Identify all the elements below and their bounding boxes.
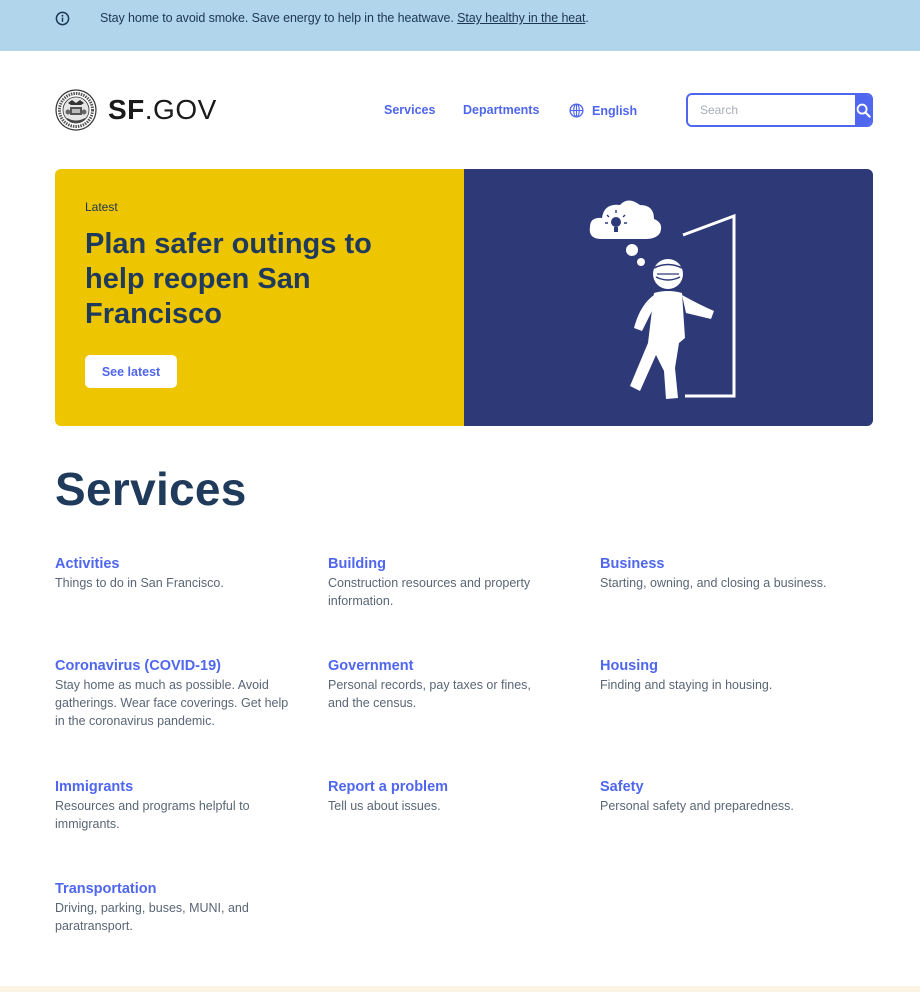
logo-wordmark: SF.GOV [108, 94, 217, 126]
language-label: English [592, 103, 638, 118]
see-latest-button[interactable]: See latest [85, 355, 177, 388]
hero-text-panel: Latest Plan safer outings to help reopen… [55, 169, 464, 426]
service-description: Personal records, pay taxes or fines, an… [328, 678, 531, 710]
service-item: Activities Things to do in San Francisco… [55, 554, 295, 592]
service-link-building[interactable]: Building [328, 554, 568, 574]
thought-cloud-icon [589, 200, 662, 266]
search-input[interactable] [688, 95, 855, 125]
service-link-housing[interactable]: Housing [600, 656, 840, 676]
alert-trailing: . [585, 11, 589, 25]
service-link-coronavirus[interactable]: Coronavirus (COVID-19) [55, 656, 295, 676]
person-exiting-door-illustration [589, 200, 736, 399]
service-description: Finding and staying in housing. [600, 678, 773, 692]
info-icon [55, 11, 70, 26]
service-description: Personal safety and preparedness. [600, 799, 794, 813]
alert-link[interactable]: Stay healthy in the heat [457, 11, 585, 25]
service-item: Business Starting, owning, and closing a… [600, 554, 860, 592]
site-logo[interactable]: SF.GOV [55, 89, 217, 131]
service-link-transportation[interactable]: Transportation [55, 879, 270, 899]
service-link-government[interactable]: Government [328, 656, 553, 676]
service-link-activities[interactable]: Activities [55, 554, 295, 574]
search-form [686, 93, 873, 127]
hero-banner: Latest Plan safer outings to help reopen… [55, 169, 873, 426]
hero-eyebrow: Latest [85, 200, 118, 214]
alert-message: Stay home to avoid smoke. Save energy to… [100, 11, 589, 25]
service-description: Stay home as much as possible. Avoid gat… [55, 678, 289, 728]
language-selector[interactable]: English [569, 103, 637, 118]
alert-text: Stay home to avoid smoke. Save energy to… [100, 11, 458, 25]
services-heading: Services [55, 463, 247, 515]
search-icon [856, 103, 871, 118]
service-item: Safety Personal safety and preparedness. [600, 777, 840, 815]
service-item: Immigrants Resources and programs helpfu… [55, 777, 280, 833]
service-item: Government Personal records, pay taxes o… [328, 656, 553, 712]
service-item: Building Construction resources and prop… [328, 554, 568, 610]
service-item: Transportation Driving, parking, buses, … [55, 879, 270, 935]
service-description: Resources and programs helpful to immigr… [55, 799, 250, 831]
nav-departments[interactable]: Departments [463, 103, 539, 117]
service-link-safety[interactable]: Safety [600, 777, 840, 797]
logo-bold: SF [108, 94, 145, 125]
service-description: Things to do in San Francisco. [55, 576, 224, 590]
globe-icon [569, 103, 584, 118]
service-link-immigrants[interactable]: Immigrants [55, 777, 280, 797]
service-item: Coronavirus (COVID-19) Stay home as much… [55, 656, 295, 730]
footer-top-edge [0, 986, 920, 992]
logo-rest: .GOV [144, 94, 217, 125]
nav-services[interactable]: Services [384, 103, 435, 117]
hero-image-panel [464, 169, 873, 426]
service-item: Report a problem Tell us about issues. [328, 777, 568, 815]
service-description: Starting, owning, and closing a business… [600, 576, 827, 590]
service-link-report-a-problem[interactable]: Report a problem [328, 777, 568, 797]
service-description: Tell us about issues. [328, 799, 441, 813]
service-item: Housing Finding and staying in housing. [600, 656, 840, 694]
site-header: SF.GOV Services Departments English [0, 51, 920, 169]
service-description: Construction resources and property info… [328, 576, 531, 608]
hero-title: Plan safer outings to help reopen San Fr… [85, 228, 372, 330]
alert-banner: Stay home to avoid smoke. Save energy to… [0, 0, 920, 51]
city-seal-icon [55, 89, 97, 131]
service-link-business[interactable]: Business [600, 554, 860, 574]
service-description: Driving, parking, buses, MUNI, and parat… [55, 901, 249, 933]
search-button[interactable] [855, 95, 871, 125]
